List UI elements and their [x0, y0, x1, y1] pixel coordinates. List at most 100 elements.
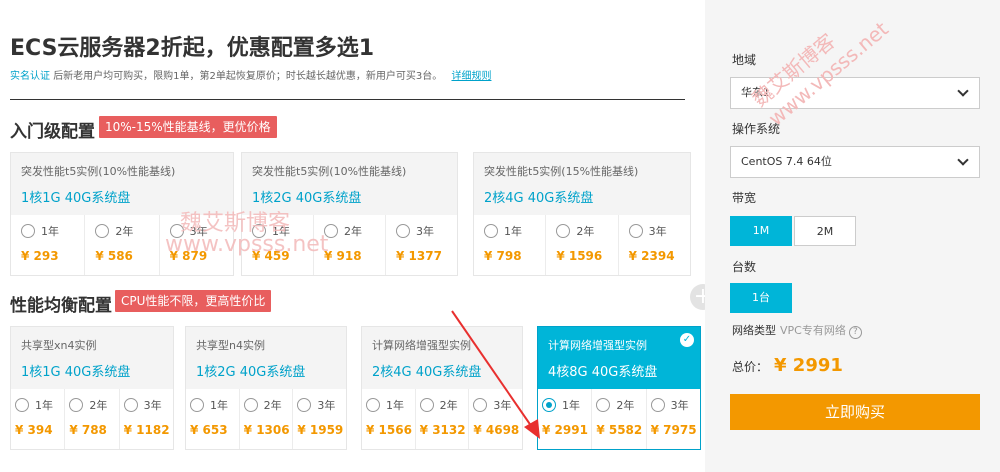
card-head: 突发性能t5实例(10%性能基线) 1核1G 40G系统盘 — [11, 153, 233, 215]
card-head: 共享型n4实例 1核2G 40G系统盘 — [186, 327, 346, 389]
instance-spec: 1核1G 40G系统盘 — [21, 191, 131, 206]
annotation-arrow-icon — [451, 310, 540, 439]
price-label: ¥ 653 — [190, 423, 228, 437]
duration-label: 1年 — [562, 399, 580, 412]
price-label: ¥ 1377 — [396, 249, 442, 263]
instance-type: 突发性能t5实例(10%性能基线) — [252, 165, 407, 178]
radio-button[interactable] — [243, 398, 258, 412]
duration-label: 2年 — [263, 399, 282, 412]
price-label: ¥ 1959 — [297, 423, 344, 437]
help-icon[interactable]: ? — [848, 326, 862, 339]
duration-option[interactable]: 1年 ¥ 459 — [242, 215, 313, 275]
bandwidth-option-2m[interactable]: 2M — [794, 216, 856, 246]
instance-spec: 4核8G 40G系统盘 — [548, 365, 658, 380]
duration-option[interactable]: 3年 ¥ 7975 — [645, 389, 700, 449]
duration-option[interactable]: 2年 ¥ 586 — [84, 215, 158, 275]
region-select[interactable]: 华东1 — [730, 77, 980, 109]
duration-option[interactable]: 1年 ¥ 653 — [186, 389, 239, 449]
config-card-balanced-4-selected[interactable]: 计算网络增强型实例 4核8G 40G系统盘 ✓ 1年 ¥ 2991 2年 ¥ 5… — [537, 326, 701, 450]
os-value: CentOS 7.4 64位 — [741, 155, 832, 168]
duration-options: 1年 ¥ 459 2年 ¥ 918 3年 ¥ 1377 — [242, 215, 457, 275]
purchase-notice: 实名认证 后新老用户均可购买，限购1单，第2单起恢复原价；时长越长越优惠，新用户… — [10, 67, 491, 82]
radio-button[interactable] — [123, 398, 138, 412]
buy-now-button[interactable]: 立即购买 — [730, 394, 980, 430]
duration-option[interactable]: 3年 ¥ 1182 — [118, 389, 173, 449]
check-icon: ✓ — [680, 333, 694, 347]
radio-button[interactable] — [21, 224, 35, 238]
duration-label: 2年 — [115, 225, 134, 238]
duration-option[interactable]: 1年 ¥ 293 — [11, 215, 84, 275]
watermark-sidebar: 魏艾斯博客 www.vpsss.net — [745, 0, 917, 131]
config-card-balanced-2[interactable]: 共享型n4实例 1核2G 40G系统盘 1年 ¥ 653 2年 ¥ 1306 3… — [185, 326, 347, 450]
radio-button[interactable] — [169, 224, 184, 238]
instance-type: 计算网络增强型实例 — [548, 339, 647, 352]
price-label: ¥ 918 — [324, 249, 362, 263]
duration-label: 1年 — [41, 225, 59, 238]
chevron-down-icon — [957, 154, 969, 166]
count-option[interactable]: 1台 — [730, 283, 792, 313]
instance-spec: 1核2G 40G系统盘 — [196, 365, 306, 380]
instance-spec: 2核4G 40G系统盘 — [484, 191, 594, 206]
duration-option[interactable]: 2年 ¥ 788 — [64, 389, 118, 449]
duration-label: 2年 — [616, 399, 635, 412]
radio-button[interactable] — [95, 224, 110, 238]
duration-option[interactable]: 3年 ¥ 1377 — [385, 215, 457, 275]
config-card-balanced-1[interactable]: 共享型xn4实例 1核1G 40G系统盘 1年 ¥ 394 2年 ¥ 788 3… — [10, 326, 174, 450]
radio-button[interactable] — [366, 398, 380, 412]
duration-option[interactable]: 3年 ¥ 879 — [158, 215, 233, 275]
rules-link[interactable]: 详细规则 — [451, 71, 491, 82]
duration-option[interactable]: 3年 ¥ 1959 — [292, 389, 346, 449]
radio-button[interactable] — [252, 224, 266, 238]
radio-button[interactable] — [297, 398, 312, 412]
radio-button[interactable] — [650, 398, 665, 412]
config-card-entry-3[interactable]: 突发性能t5实例(15%性能基线) 2核4G 40G系统盘 1年 ¥ 798 2… — [473, 152, 691, 276]
real-name-auth-link[interactable]: 实名认证 — [10, 71, 50, 82]
order-sidebar: 地域 华东1 操作系统 CentOS 7.4 64位 带宽 1M 2M 台数 1… — [705, 0, 1000, 472]
duration-option[interactable]: 1年 ¥ 1566 — [362, 389, 415, 449]
duration-option[interactable]: 2年 ¥ 5582 — [591, 389, 645, 449]
duration-options: 1年 ¥ 293 2年 ¥ 586 3年 ¥ 879 — [11, 215, 233, 275]
card-head: 突发性能t5实例(10%性能基线) 1核2G 40G系统盘 — [242, 153, 457, 215]
instance-type: 共享型n4实例 — [196, 339, 265, 352]
duration-option[interactable]: 2年 ¥ 1596 — [545, 215, 617, 275]
price-label: ¥ 798 — [484, 249, 522, 263]
duration-label: 3年 — [143, 399, 162, 412]
radio-button[interactable] — [556, 224, 571, 238]
config-card-entry-2[interactable]: 突发性能t5实例(10%性能基线) 1核2G 40G系统盘 1年 ¥ 459 2… — [241, 152, 458, 276]
count-label: 台数 — [732, 260, 757, 274]
price-label: ¥ 394 — [15, 423, 53, 437]
radio-button[interactable] — [69, 398, 84, 412]
page-title: ECS云服务器2折起，优惠配置多选1 — [10, 36, 375, 61]
bandwidth-label: 带宽 — [732, 191, 757, 205]
duration-label: 1年 — [35, 399, 53, 412]
instance-type: 突发性能t5实例(15%性能基线) — [484, 165, 639, 178]
radio-button[interactable] — [596, 398, 611, 412]
section-tag-entry: 10%-15%性能基线，更优价格 — [99, 116, 277, 138]
duration-option[interactable]: 2年 ¥ 1306 — [238, 389, 293, 449]
card-head: 共享型xn4实例 1核1G 40G系统盘 — [11, 327, 173, 389]
radio-button[interactable] — [190, 398, 204, 412]
os-select[interactable]: CentOS 7.4 64位 — [730, 146, 980, 178]
network-value: VPC专有网络 — [780, 324, 846, 337]
config-card-entry-1[interactable]: 突发性能t5实例(10%性能基线) 1核1G 40G系统盘 1年 ¥ 293 2… — [10, 152, 234, 276]
duration-label: 2年 — [344, 225, 362, 238]
radio-button[interactable] — [628, 224, 643, 238]
radio-button[interactable] — [15, 398, 29, 412]
radio-button[interactable] — [484, 224, 498, 238]
duration-option[interactable]: 1年 ¥ 798 — [474, 215, 545, 275]
bandwidth-option-1m[interactable]: 1M — [730, 216, 792, 246]
section-tag-balanced: CPU性能不限，更高性价比 — [115, 290, 272, 312]
radio-button[interactable] — [396, 224, 410, 238]
duration-label: 1年 — [504, 225, 522, 238]
radio-button[interactable] — [419, 398, 434, 412]
duration-label: 3年 — [416, 225, 434, 238]
section-title-balanced: 性能均衡配置 — [10, 296, 112, 316]
duration-option[interactable]: 2年 ¥ 918 — [313, 215, 385, 275]
duration-label: 1年 — [386, 399, 404, 412]
duration-option[interactable]: 1年 ¥ 394 — [11, 389, 64, 449]
duration-label: 1年 — [210, 399, 228, 412]
duration-option[interactable]: 3年 ¥ 2394 — [617, 215, 690, 275]
radio-button[interactable] — [324, 224, 338, 238]
duration-label: 3年 — [317, 399, 336, 412]
divider — [10, 99, 685, 100]
